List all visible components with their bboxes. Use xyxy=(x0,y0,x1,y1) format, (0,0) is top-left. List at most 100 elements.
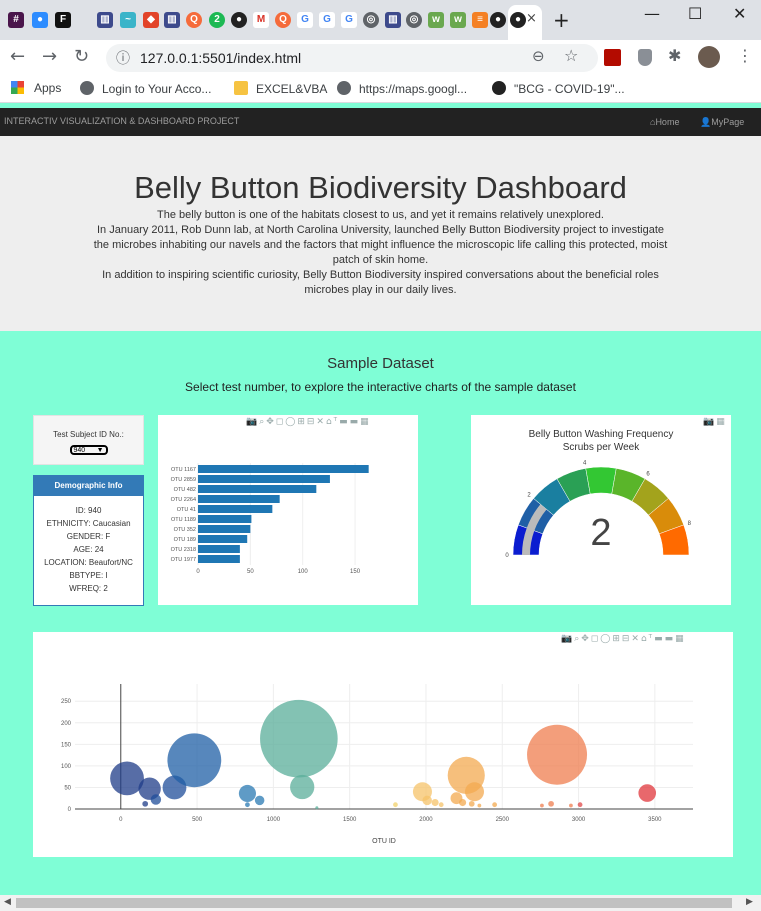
browser-toolbar: ← → ↻ ⓘ 127.0.0.1:5501/index.html ⊖ ☆ ✱ … xyxy=(0,40,761,76)
globe-tab-icon[interactable]: ◎ xyxy=(363,12,379,28)
bubble-point-2 xyxy=(142,800,149,807)
minimize-icon[interactable]: — xyxy=(644,4,660,23)
gauge-segment-4 xyxy=(585,466,617,495)
user-icon: 👤 xyxy=(700,117,712,127)
maximize-icon[interactable]: ☐ xyxy=(688,4,702,23)
bar-x-tick-0: 0 xyxy=(196,569,200,575)
bar-label-8: OTU 2318 xyxy=(171,547,196,553)
url-text[interactable]: 127.0.0.1:5501/index.html xyxy=(140,50,301,66)
bar-label-1: OTU 2859 xyxy=(171,477,196,483)
slack-tab-icon[interactable]: # xyxy=(8,12,24,28)
two-tab-icon[interactable]: 2 xyxy=(209,12,225,28)
tab-close-icon[interactable]: × xyxy=(526,11,537,26)
bar-8 xyxy=(198,545,240,553)
bookmark-maps[interactable]: https://maps.googl... xyxy=(337,81,467,96)
gauge-value-number: 2 xyxy=(590,512,611,554)
bubble-modebar[interactable]: 📷⌕✥◻◯⊞⊟✕⌂ᵀ▬▬▦ xyxy=(561,634,686,644)
bubble-x-axis-label: OTU ID xyxy=(372,838,396,845)
demo-gender: GENDER: F xyxy=(66,532,111,541)
chart-tab-icon-2[interactable]: ▥ xyxy=(164,12,180,28)
bubble-chart: 0501001502002500 500 1000 1500 2000 2500 3000 3… xyxy=(61,684,693,845)
subject-id-select[interactable]: 940 ▼ xyxy=(69,445,108,455)
bubble-y-tick-0: 0 xyxy=(68,807,72,813)
scroll-right-icon[interactable]: ▶ xyxy=(746,897,753,907)
bookmark-apps[interactable]: Apps xyxy=(11,81,61,95)
shield-extension-icon[interactable] xyxy=(638,49,652,66)
q-tab-icon-2[interactable]: Q xyxy=(275,12,291,28)
zoom-icon[interactable]: ⊖ xyxy=(532,47,545,65)
bookmark-bcg[interactable]: "BCG - COVID-19"... xyxy=(492,81,625,96)
bubble-point-21 xyxy=(468,800,475,807)
bar-2 xyxy=(198,485,317,493)
gauge-tick-3: 6 xyxy=(646,472,650,478)
bookmarks-bar: Apps Login to Your Acco... EXCEL&VBA htt… xyxy=(0,76,761,103)
window-close-icon[interactable]: ✕ xyxy=(733,4,746,23)
bookmark-excel-vba[interactable]: EXCEL&VBA xyxy=(234,81,327,96)
horizontal-scrollbar[interactable]: ◀ ▶ xyxy=(0,895,761,911)
extensions-icon[interactable]: ✱ xyxy=(668,46,681,65)
bubble-point-12 xyxy=(393,802,398,808)
w3-tab-icon-2[interactable]: w xyxy=(450,12,466,28)
bookmark-login[interactable]: Login to Your Acco... xyxy=(80,81,211,96)
bar-label-2: OTU 482 xyxy=(174,487,196,493)
browser-tabstrip: # ● F ▥ ~ ◆ ▥ Q 2 ● M Q G G G ◎ ▥ ◎ w w … xyxy=(0,0,761,40)
bubble-y-tick-1: 50 xyxy=(64,785,71,791)
demo-ethnicity: ETHNICITY: Caucasian xyxy=(46,519,131,528)
google-tab-icon-2[interactable]: G xyxy=(319,12,335,28)
bird-tab-icon[interactable]: ~ xyxy=(120,12,136,28)
bar-0 xyxy=(198,465,369,473)
chart-tab-icon-3[interactable]: ▥ xyxy=(385,12,401,28)
pdf-extension-icon[interactable] xyxy=(604,49,621,66)
back-icon[interactable]: ← xyxy=(10,46,25,67)
active-tab[interactable]: ● × xyxy=(508,5,542,40)
profile-avatar[interactable] xyxy=(698,46,720,68)
reload-icon[interactable]: ↻ xyxy=(74,46,89,67)
bar-label-4: OTU 41 xyxy=(177,507,196,513)
gauge-tick-2: 4 xyxy=(583,460,587,466)
scroll-thumb[interactable] xyxy=(16,898,732,908)
apps-grid-icon xyxy=(11,81,24,94)
gitlab-tab-icon[interactable]: ◆ xyxy=(143,12,159,28)
stackoverflow-tab-icon[interactable]: ≡ xyxy=(472,12,488,28)
star-icon[interactable]: ☆ xyxy=(564,46,578,65)
f-tab-icon[interactable]: F xyxy=(55,12,71,28)
zoom-tab-icon[interactable]: ● xyxy=(32,12,48,28)
gmail-tab-icon[interactable]: M xyxy=(253,12,269,28)
demo-wfreq: WFREQ: 2 xyxy=(69,584,108,593)
gauge-modebar[interactable]: 📷▦ xyxy=(703,417,727,427)
globe-icon xyxy=(80,81,94,95)
page-title: Belly Button Biodiversity Dashboard xyxy=(134,170,627,205)
navbar-brand[interactable]: INTERACTIV VISUALIZATION & DASHBOARD PRO… xyxy=(4,116,239,126)
github-tab-icon-2[interactable]: ● xyxy=(490,12,506,28)
bubble-point-9 xyxy=(260,699,338,778)
bubble-x-tick-3: 1500 xyxy=(343,817,357,823)
gauge-subtitle: Scrubs per Week xyxy=(563,442,641,453)
q-tab-icon[interactable]: Q xyxy=(186,12,202,28)
bar-4 xyxy=(198,505,273,513)
bubble-y-tick-5: 250 xyxy=(61,699,72,705)
scroll-left-icon[interactable]: ◀ xyxy=(4,897,11,907)
info-icon[interactable]: ⓘ xyxy=(116,48,130,68)
bar-1 xyxy=(198,475,330,483)
globe-tab-icon-2[interactable]: ◎ xyxy=(406,12,422,28)
bubble-point-11 xyxy=(315,806,319,810)
nav-home-link[interactable]: ⌂Home xyxy=(650,117,679,127)
nav-mypage-link[interactable]: 👤MyPage xyxy=(700,117,744,128)
github-tab-icon[interactable]: ● xyxy=(231,12,247,28)
google-tab-icon[interactable]: G xyxy=(297,12,313,28)
bar-7 xyxy=(198,535,248,543)
plotly-modebar[interactable]: 📷⌕✥◻◯⊞⊟✕⌂ᵀ▬▬▦ xyxy=(246,417,371,427)
w3-tab-icon[interactable]: w xyxy=(428,12,444,28)
menu-icon[interactable]: ⋮ xyxy=(737,46,753,65)
bubble-point-19 xyxy=(464,782,485,802)
new-tab-icon[interactable]: + xyxy=(553,8,570,32)
address-bar[interactable]: ⓘ 127.0.0.1:5501/index.html ⊖ ☆ xyxy=(106,44,598,72)
bar-3 xyxy=(198,495,280,503)
chart-tab-icon[interactable]: ▥ xyxy=(97,12,113,28)
bar-x-tick-3: 150 xyxy=(350,569,361,575)
bubble-x-tick-6: 3000 xyxy=(572,817,586,823)
google-tab-icon-3[interactable]: G xyxy=(341,12,357,28)
demographic-panel: Demographic Info ID: 940 ETHNICITY: Cauc… xyxy=(33,475,144,606)
forward-icon[interactable]: → xyxy=(42,46,57,67)
folder-icon xyxy=(234,81,248,95)
